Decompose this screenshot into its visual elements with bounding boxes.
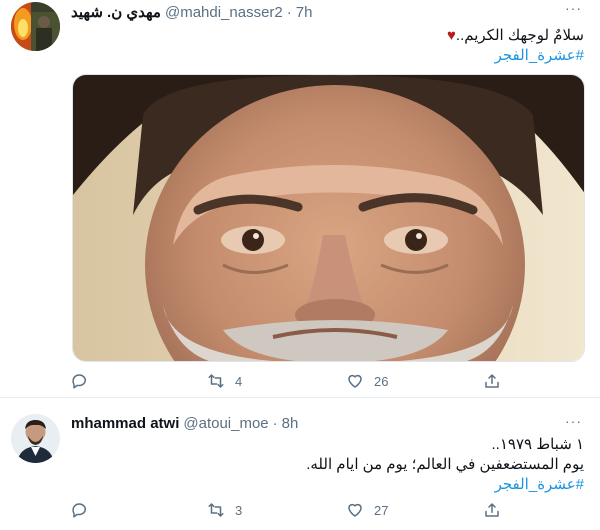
user-handle[interactable]: @atoui_moe bbox=[183, 415, 268, 432]
timestamp[interactable]: 8h bbox=[282, 415, 299, 432]
heart-emoji: ♥ bbox=[447, 27, 456, 44]
hashtag-link[interactable]: #عشرة_الفجر bbox=[495, 47, 584, 64]
retweet-icon bbox=[208, 374, 224, 388]
tweet-header: mhammad atwi @atoui_moe · 8h bbox=[71, 415, 298, 432]
avatar[interactable] bbox=[11, 414, 60, 463]
tweet-text-line: يوم المستضعفين في العالم؛ يوم من ايام ال… bbox=[306, 456, 584, 473]
share-button[interactable] bbox=[483, 501, 501, 519]
retweet-button[interactable]: 4 bbox=[207, 372, 242, 390]
user-handle[interactable]: @mahdi_nasser2 bbox=[165, 4, 283, 21]
hashtag-link[interactable]: #عشرة_الفجر bbox=[495, 476, 584, 493]
tweet-text-line: ١ شباط ١٩٧٩.. bbox=[491, 436, 584, 453]
like-icon bbox=[348, 503, 362, 517]
tweet-text-line: سلامٌ لوجهك الكريم.. bbox=[455, 27, 584, 44]
retweet-count: 4 bbox=[235, 373, 243, 389]
tweet-actions: 4 26 bbox=[71, 372, 511, 394]
more-icon[interactable]: ··· bbox=[565, 413, 582, 429]
timestamp[interactable]: 7h bbox=[296, 4, 313, 21]
display-name[interactable]: مهدي ن. شهيد bbox=[71, 3, 161, 21]
display-name[interactable]: mhammad atwi bbox=[71, 415, 179, 432]
share-icon bbox=[485, 374, 499, 388]
retweet-icon bbox=[208, 503, 224, 517]
reply-icon bbox=[72, 503, 86, 518]
tweet-image[interactable] bbox=[72, 74, 585, 362]
avatar[interactable] bbox=[11, 2, 60, 51]
tweet[interactable]: مهدي ن. شهيد @mahdi_nasser2 · 7h ··· سلا… bbox=[0, 0, 600, 398]
tweet-text: سلامٌ لوجهك الكريم..♥ #عشرة_الفجر bbox=[71, 26, 584, 66]
retweet-count: 3 bbox=[235, 502, 243, 518]
tweet[interactable]: mhammad atwi @atoui_moe · 8h ··· ١ شباط … bbox=[0, 399, 600, 530]
tweet-header: مهدي ن. شهيد @mahdi_nasser2 · 7h bbox=[71, 3, 313, 22]
reply-button[interactable] bbox=[71, 501, 99, 519]
like-count: 27 bbox=[374, 502, 389, 518]
like-button[interactable]: 27 bbox=[346, 501, 388, 519]
reply-button[interactable] bbox=[71, 372, 99, 390]
retweet-button[interactable]: 3 bbox=[207, 501, 242, 519]
tweet-text: ١ شباط ١٩٧٩.. يوم المستضعفين في العالم؛ … bbox=[71, 435, 584, 495]
share-icon bbox=[485, 503, 499, 517]
tweet-actions: 3 27 bbox=[71, 501, 511, 523]
separator-dot: · bbox=[286, 3, 292, 21]
like-count: 26 bbox=[374, 373, 389, 389]
like-icon bbox=[348, 374, 362, 388]
reply-icon bbox=[72, 374, 86, 389]
separator-dot: · bbox=[272, 415, 278, 432]
more-icon[interactable]: ··· bbox=[565, 0, 582, 16]
like-button[interactable]: 26 bbox=[346, 372, 388, 390]
share-button[interactable] bbox=[483, 372, 501, 390]
